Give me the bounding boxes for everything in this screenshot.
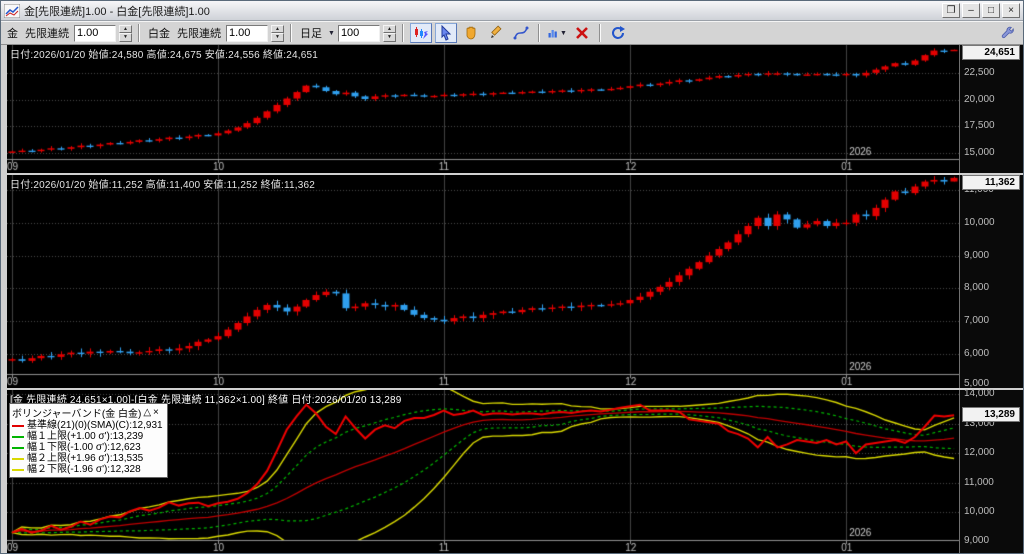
y-axis-label: 9,000: [964, 250, 989, 261]
platinum-series-label: 先限連続: [177, 25, 221, 41]
y-axis-label: 12,000: [964, 447, 995, 458]
legend-entry-label: 幅２下限(-1.96 σ'):12,328: [27, 464, 141, 475]
gold-chart-plot[interactable]: [7, 45, 959, 173]
legend-entry: 幅１下限(-1.00 σ'):12,623: [12, 442, 163, 453]
y-axis-label: 20,000: [964, 94, 995, 105]
platinum-chart-panel: 日付:2026/01/20 始値:11,252 高値:11,400 安値:11,…: [7, 175, 1023, 388]
chart-area: 日付:2026/01/20 始値:24,580 高値:24,675 安値:24,…: [1, 45, 1023, 552]
y-axis-label: 15,000: [964, 147, 995, 158]
y-axis-label: 6,000: [964, 348, 989, 359]
y-axis-label: 5,000: [964, 378, 989, 389]
legend-rows: 基準線(21)(0)(SMA)(C):12,931幅１上限(+1.00 σ'):…: [12, 420, 163, 475]
gold-series-label: 先限連続: [25, 25, 69, 41]
legend-entry: 幅２下限(-1.96 σ'):12,328: [12, 464, 163, 475]
platinum-chart-plot[interactable]: [7, 175, 959, 388]
toolbar-separator: [290, 24, 292, 42]
legend-entry-label: 幅２上限(+1.96 σ'):13,535: [27, 453, 143, 464]
refresh-button[interactable]: [607, 23, 629, 43]
legend-entry: 幅１上限(+1.00 σ'):13,239: [12, 431, 163, 442]
chart-window: 金[先限連続]1.00 - 白金[先限連続]1.00 ❐ – □ × 金 先限連…: [0, 0, 1024, 554]
legend-line-swatch: [12, 425, 24, 427]
y-axis-label: 10,000: [964, 217, 995, 228]
indicator-chart-icon: [547, 25, 559, 41]
gold-chart-header: 日付:2026/01/20 始値:24,580 高値:24,675 安値:24,…: [10, 46, 318, 61]
refresh-icon: [610, 25, 626, 41]
legend-entry-label: 幅１上限(+1.00 σ'):13,239: [27, 431, 143, 442]
legend-entry-label: 幅１下限(-1.00 σ'):12,623: [27, 442, 141, 453]
settings-button[interactable]: [997, 23, 1019, 43]
gold-multiplier-input[interactable]: [74, 25, 116, 42]
legend-entry: 幅２上限(+1.96 σ'):13,535: [12, 453, 163, 464]
curve-tool-icon: [513, 25, 529, 41]
hand-tool-button[interactable]: [460, 23, 482, 43]
gold-multiplier-stepper[interactable]: ▲▼: [119, 25, 132, 42]
bar-count-stepper[interactable]: ▲▼: [383, 25, 396, 42]
platinum-label: 白金: [148, 25, 170, 41]
y-axis-label: 8,000: [964, 282, 989, 293]
bollinger-legend: ボリンジャーバンド(金 白金) △ × 基準線(21)(0)(SMA)(C):1…: [9, 403, 168, 478]
curve-tool-button[interactable]: [510, 23, 532, 43]
delete-indicator-button[interactable]: [571, 23, 593, 43]
maximize-button[interactable]: □: [982, 3, 1000, 18]
gold-label: 金: [7, 25, 18, 41]
platinum-chart-header: 日付:2026/01/20 始値:11,252 高値:11,400 安値:11,…: [10, 176, 315, 191]
pencil-tool-icon: [488, 25, 504, 41]
legend-entry-label: 基準線(21)(0)(SMA)(C):12,931: [27, 420, 163, 431]
select-tool-button[interactable]: [435, 23, 457, 43]
legend-line-swatch: [12, 469, 24, 471]
pencil-tool-button[interactable]: [485, 23, 507, 43]
spread-current-value-box: 13,289: [962, 407, 1020, 422]
legend-entry: 基準線(21)(0)(SMA)(C):12,931: [12, 420, 163, 431]
y-axis-label: 7,000: [964, 315, 989, 326]
delete-indicator-icon: [574, 25, 590, 41]
period-label: 日足: [300, 25, 322, 41]
toolbar-separator: [138, 24, 140, 42]
y-axis-label: 14,000: [964, 388, 995, 399]
platinum-multiplier-stepper[interactable]: ▲▼: [271, 25, 284, 42]
platinum-price-axis[interactable]: 11,362 11,00010,0009,0008,0007,0006,0005…: [959, 175, 1023, 388]
y-axis-label: 11,000: [964, 477, 994, 488]
spread-chart-panel: [金 先限連続 24,651×1.00]-[白金 先限連続 11,362×1.0…: [7, 390, 1023, 554]
y-axis-label: 10,000: [964, 506, 995, 517]
gold-current-price-box: 24,651: [962, 45, 1020, 60]
legend-collapse-button[interactable]: △: [143, 407, 151, 418]
bar-count-input[interactable]: [338, 25, 380, 42]
line-chart-icon: [4, 4, 20, 18]
platinum-current-price-box: 11,362: [962, 175, 1020, 190]
toolbar-separator: [599, 24, 601, 42]
indicator-menu-button[interactable]: ▼: [546, 23, 568, 43]
kline-tool-icon: [413, 25, 429, 41]
y-axis-label: 22,500: [964, 67, 995, 78]
wrench-icon: [1001, 26, 1016, 41]
toolbar-separator: [402, 24, 404, 42]
window-title: 金[先限連続]1.00 - 白金[先限連続]1.00: [24, 3, 940, 19]
restore-window-button[interactable]: ❐: [942, 3, 960, 18]
legend-close-button[interactable]: ×: [153, 407, 159, 418]
minimize-button[interactable]: –: [962, 3, 980, 18]
gold-chart-panel: 日付:2026/01/20 始値:24,580 高値:24,675 安値:24,…: [7, 45, 1023, 173]
y-axis-label: 17,500: [964, 120, 995, 131]
legend-line-swatch: [12, 436, 24, 438]
y-axis-label: 9,000: [964, 535, 989, 546]
toolbar: 金 先限連続 ▲▼ 白金 先限連続 ▲▼ 日足 ▼ ▲▼: [1, 21, 1023, 45]
platinum-multiplier-input[interactable]: [226, 25, 268, 42]
legend-line-swatch: [12, 458, 24, 460]
indicator-dropdown-icon: ▼: [560, 30, 567, 37]
select-tool-icon: [438, 25, 454, 41]
close-button[interactable]: ×: [1002, 3, 1020, 18]
legend-line-swatch: [12, 447, 24, 449]
title-bar[interactable]: 金[先限連続]1.00 - 白金[先限連続]1.00 ❐ – □ ×: [1, 1, 1023, 21]
spread-price-axis[interactable]: 13,289 14,00013,00012,00011,00010,0009,0…: [959, 390, 1023, 554]
kline-tool-button[interactable]: [410, 23, 432, 43]
gold-price-axis[interactable]: 24,651 22,500 20,000 17,500 15,000: [959, 45, 1023, 173]
hand-tool-icon: [463, 25, 479, 41]
period-dropdown-icon[interactable]: ▼: [328, 30, 335, 37]
legend-title: ボリンジャーバンド(金 白金): [12, 405, 141, 420]
toolbar-separator: [538, 24, 540, 42]
